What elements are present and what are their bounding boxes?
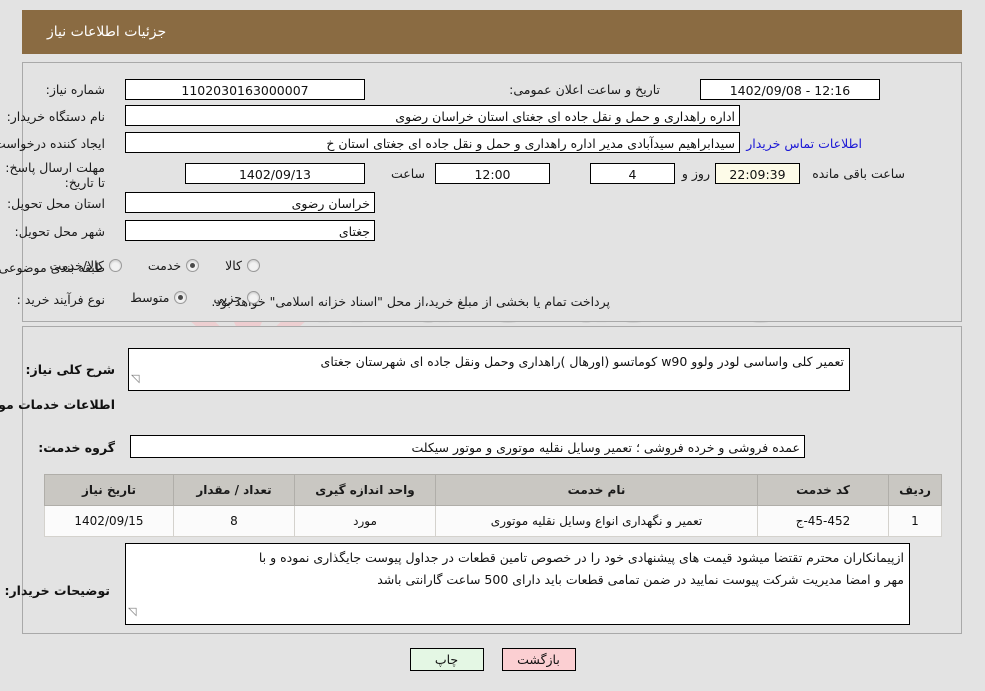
deadline-date-value[interactable]: 1402/09/13 <box>185 163 365 184</box>
services-table: ردیف کد خدمت نام خدمت واحد اندازه گیری ت… <box>44 474 942 537</box>
back-button[interactable]: بازگشت <box>501 648 576 671</box>
service-group-label: گروه خدمت: <box>38 440 115 455</box>
category-option-goods-service-label: کالا/خدمت <box>49 258 104 273</box>
remaining-days-value[interactable]: 4 <box>590 163 675 184</box>
need-number-value[interactable]: 1102030163000007 <box>125 79 365 100</box>
table-header-row: ردیف کد خدمت نام خدمت واحد اندازه گیری ت… <box>44 474 942 506</box>
action-buttons: بازگشت چاپ <box>0 648 985 671</box>
cell-row: 1 <box>888 505 942 537</box>
response-deadline-label: مهلت ارسال پاسخ: تا تاریخ: <box>5 160 105 190</box>
request-creator-value[interactable]: سیدابراهیم سیدآبادی مدیر اداره راهداری و… <box>125 132 740 153</box>
announce-datetime-value[interactable]: 1402/09/08 - 12:16 <box>700 79 880 100</box>
category-option-goods-service[interactable]: کالا/خدمت <box>49 258 122 273</box>
need-description-textarea[interactable]: تعمیر کلی واساسی لودر ولوو w90 کوماتسو (… <box>128 348 850 391</box>
services-table-wrapper: ردیف کد خدمت نام خدمت واحد اندازه گیری ت… <box>44 474 942 537</box>
need-description-value: تعمیر کلی واساسی لودر ولوو w90 کوماتسو (… <box>320 354 844 369</box>
radio-goods-service-icon[interactable] <box>108 259 122 272</box>
purchase-process-label: نوع فرآیند خرید : <box>16 292 105 307</box>
col-date: تاریخ نیاز <box>44 474 174 506</box>
col-code: کد خدمت <box>757 474 889 506</box>
notes-resize-handle-icon[interactable]: ◸ <box>128 601 136 623</box>
category-option-service-label: خدمت <box>147 258 182 273</box>
resize-handle-icon[interactable]: ◸ <box>131 369 139 389</box>
need-number-label: شماره نیاز: <box>45 82 105 97</box>
buyer-notes-textarea[interactable]: ازپیمانکاران محترم تقتضا میشود قیمت های … <box>125 543 910 625</box>
treasury-payment-note: پرداخت تمام یا بخشی از مبلغ خرید،از محل … <box>211 294 610 309</box>
delivery-province-label: استان محل تحویل: <box>6 196 105 211</box>
cell-qty: 8 <box>173 505 295 537</box>
delivery-city-label: شهر محل تحویل: <box>14 224 105 239</box>
buyer-contact-link[interactable]: اطلاعات تماس خریدار <box>746 136 862 151</box>
subject-category-radio-group[interactable]: کالا خدمت کالا/خدمت <box>23 258 260 273</box>
buyer-org-value[interactable]: اداره راهداری و حمل و نقل جاده ای جغتای … <box>125 105 740 126</box>
table-row[interactable]: 1 ج-45-452 تعمیر و نگهداری انواع وسایل ن… <box>44 505 942 537</box>
purchase-process-radio-group[interactable]: جزیی متوسط <box>104 290 260 305</box>
deadline-hour-label: ساعت <box>390 166 425 181</box>
category-option-goods[interactable]: کالا <box>225 258 260 273</box>
delivery-province-value[interactable]: خراسان رضوی <box>125 192 375 213</box>
announce-datetime-label: تاریخ و ساعت اعلان عمومی: <box>509 82 660 97</box>
category-option-goods-label: کالا <box>225 258 242 273</box>
process-option-minor[interactable]: جزیی <box>213 290 260 305</box>
buyer-notes-line-1: ازپیمانکاران محترم تقتضا میشود قیمت های … <box>258 550 904 565</box>
cell-name: تعمیر و نگهداری انواع وسایل نقلیه موتوری <box>435 505 758 537</box>
cell-date: 1402/09/15 <box>44 505 174 537</box>
deadline-hour-value[interactable]: 12:00 <box>435 163 550 184</box>
radio-goods-icon[interactable] <box>247 259 260 272</box>
page-root: AriaTender.net جزئیات اطلاعات نیاز شماره… <box>0 0 985 691</box>
service-group-value[interactable]: عمده فروشی و خرده فروشی ؛ تعمیر وسایل نق… <box>130 435 805 458</box>
col-name: نام خدمت <box>435 474 758 506</box>
col-row: ردیف <box>888 474 942 506</box>
radio-service-icon[interactable] <box>186 259 200 272</box>
process-option-medium[interactable]: متوسط <box>130 290 188 305</box>
countdown-timer-label: ساعت باقی مانده <box>812 166 905 181</box>
buyer-notes-line-2: مهر و امضا مدیریت شرکت پیوست نمایید در ض… <box>377 572 904 587</box>
buyer-org-label: نام دستگاه خریدار: <box>6 109 105 124</box>
radio-medium-icon[interactable] <box>174 291 188 304</box>
cell-unit: مورد <box>294 505 436 537</box>
page-header-bar: جزئیات اطلاعات نیاز <box>22 10 962 54</box>
countdown-timer-value: 22:09:39 <box>715 163 800 184</box>
need-description-label: شرح کلی نیاز: <box>25 362 115 377</box>
services-section-heading: اطلاعات خدمات مورد نیاز <box>0 397 115 412</box>
col-unit: واحد اندازه گیری <box>294 474 436 506</box>
remaining-days-label: روز و <box>681 166 710 181</box>
delivery-city-value[interactable]: جغتای <box>125 220 375 241</box>
radio-minor-icon[interactable] <box>247 291 260 304</box>
buyer-notes-label: توضیحات خریدار: <box>4 583 110 598</box>
page-title: جزئیات اطلاعات نیاز <box>47 24 167 40</box>
cell-code: ج-45-452 <box>757 505 889 537</box>
request-creator-label: ایجاد کننده درخواست: <box>0 136 105 151</box>
process-option-minor-label: جزیی <box>213 290 242 305</box>
category-option-service[interactable]: خدمت <box>147 258 200 273</box>
col-qty: تعداد / مقدار <box>173 474 295 506</box>
print-button[interactable]: چاپ <box>409 648 484 671</box>
process-option-medium-label: متوسط <box>130 290 170 305</box>
